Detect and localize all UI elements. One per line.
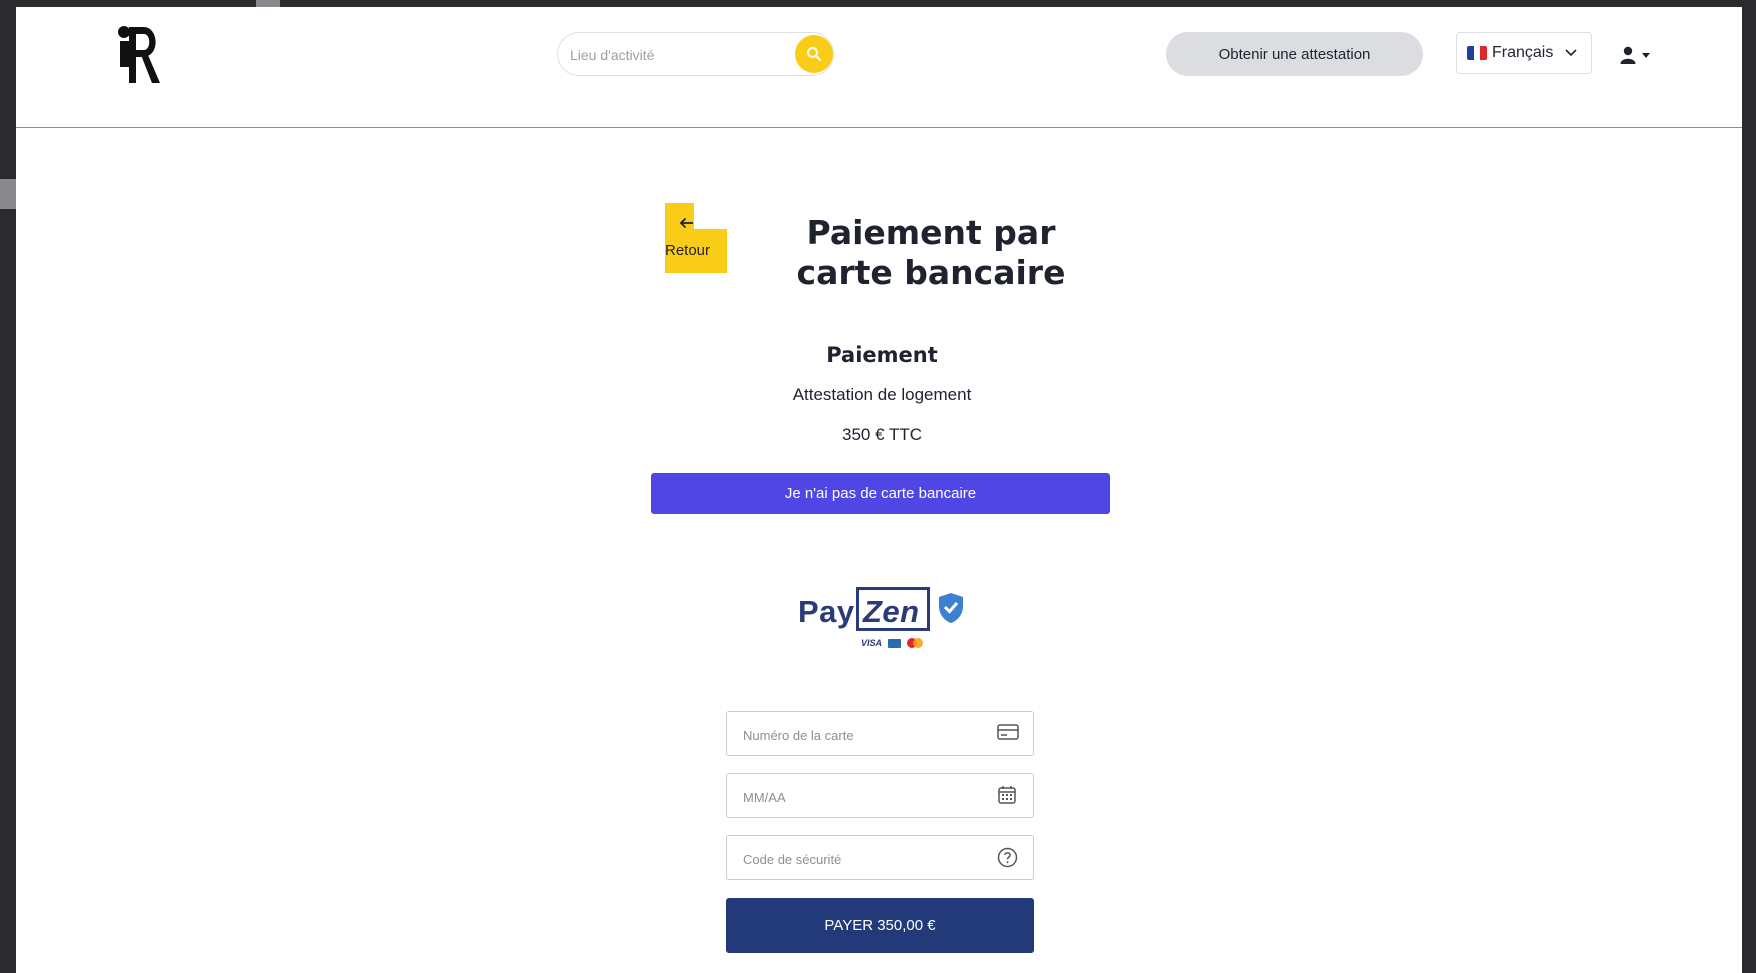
left-gutter (0, 7, 16, 973)
expiry-field (726, 773, 1034, 818)
user-menu[interactable] (1620, 43, 1660, 67)
visa-logo: VISA (861, 638, 883, 648)
page-title: Paiement par carte bancaire (796, 213, 1066, 292)
back-button-shape (665, 203, 727, 273)
credit-card-icon (997, 724, 1019, 740)
product-price: 350 € TTC (841, 425, 922, 444)
page: Obtenir une attestation Français Retour (16, 7, 1742, 973)
no-card-button[interactable]: Je n'ai pas de carte bancaire (651, 473, 1110, 514)
cb-logo (888, 638, 902, 648)
payzen-pay-text: Pay (798, 594, 855, 629)
security-code-input[interactable] (741, 848, 985, 870)
calendar-icon (998, 786, 1016, 804)
get-certificate-button[interactable]: Obtenir une attestation (1166, 32, 1423, 76)
chevron-down-icon (1565, 49, 1577, 57)
card-number-field (726, 711, 1034, 756)
payzen-zen-text: Zen (863, 594, 920, 629)
mastercard-logo (907, 638, 924, 648)
user-icon (1620, 46, 1636, 64)
security-code-field (726, 835, 1034, 880)
product-name: Attestation de logement (792, 385, 972, 404)
section-title: Paiement (826, 343, 938, 367)
pay-button[interactable]: PAYER 350,00 € (726, 898, 1034, 953)
site-logo[interactable] (114, 23, 164, 87)
activity-search (557, 32, 834, 76)
language-select[interactable]: Français (1456, 32, 1592, 74)
language-label: Français (1492, 44, 1554, 61)
arrow-left-icon (679, 217, 693, 229)
tab-indicator (256, 0, 280, 7)
search-icon (807, 47, 822, 62)
card-number-input[interactable] (741, 724, 985, 746)
back-button[interactable]: Retour (665, 203, 727, 273)
fr-flag-icon (1467, 46, 1487, 60)
site-header: Obtenir une attestation Français (16, 7, 1742, 128)
window-top-strip (0, 0, 1756, 7)
caret-down-icon (1642, 52, 1650, 58)
expiry-input[interactable] (741, 786, 985, 808)
activity-search-input[interactable] (568, 43, 782, 67)
back-label: Retour (665, 242, 711, 259)
right-gutter (1742, 7, 1756, 973)
search-button[interactable] (795, 35, 833, 73)
shield-check-icon (939, 593, 963, 623)
gutter-scroll-mark (0, 179, 16, 209)
help-icon[interactable] (997, 847, 1018, 868)
card-brands: VISA (861, 638, 924, 648)
payzen-logo: Pay Zen VISA (798, 582, 968, 650)
